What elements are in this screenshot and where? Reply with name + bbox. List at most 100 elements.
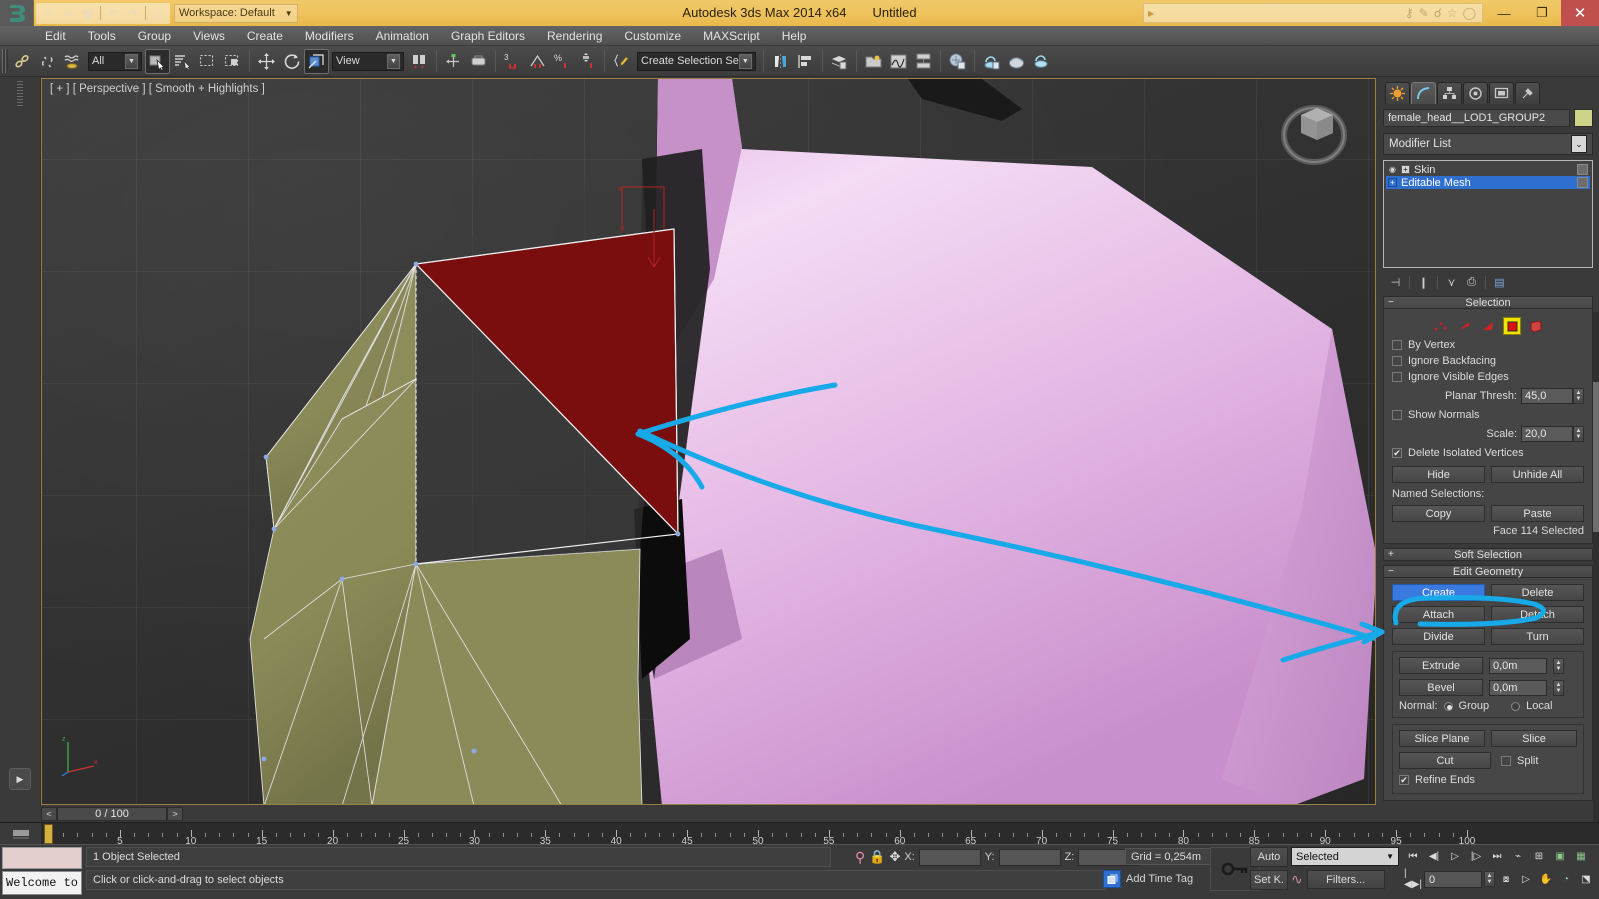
search-expand-icon[interactable]: ▶ bbox=[1148, 9, 1154, 18]
copy-button[interactable]: Copy bbox=[1392, 505, 1485, 522]
spinner-arrows-icon[interactable]: ▲ ▼ bbox=[1553, 679, 1564, 696]
communication-icon[interactable]: ☌ bbox=[1434, 6, 1442, 20]
motion-tab[interactable] bbox=[1463, 82, 1488, 104]
key-step-icon[interactable]: |◀▶| bbox=[1404, 868, 1422, 890]
menu-item-graph-editors[interactable]: Graph Editors bbox=[440, 26, 536, 46]
y-field[interactable] bbox=[998, 848, 1061, 866]
planar-threshold-spinner[interactable]: 45,0 ▲ ▼ bbox=[1521, 388, 1584, 404]
rectangular-selection-region-button[interactable] bbox=[195, 49, 220, 74]
stack-item-editable-mesh[interactable]: + Editable Mesh bbox=[1386, 176, 1590, 189]
select-and-scale-button[interactable] bbox=[304, 48, 329, 74]
bevel-amount-field[interactable]: 0,0m bbox=[1489, 679, 1547, 696]
redo-icon[interactable]: ↷ bbox=[123, 4, 143, 23]
menu-item-edit[interactable]: Edit bbox=[34, 26, 77, 46]
collapse-minus-icon[interactable]: − bbox=[1388, 566, 1394, 578]
add-time-tag-area[interactable]: Add Time Tag bbox=[1103, 870, 1193, 888]
info-center-search[interactable]: ▶ ⚷ ✎ ☌ ☆ ◯ bbox=[1143, 3, 1483, 23]
spinner-snap-toggle-button[interactable] bbox=[575, 49, 600, 74]
layer-manager-button[interactable] bbox=[827, 49, 852, 74]
track-bar-ruler[interactable]: 5 10 15 20 25 30 35 40 45 50 55 60 65 70 75 80 85 90 95 100 bbox=[41, 823, 1599, 847]
view-cube[interactable] bbox=[1271, 93, 1357, 169]
zoom-extents-all-icon[interactable]: ▣ bbox=[1551, 847, 1569, 865]
menu-item-customize[interactable]: Customize bbox=[613, 26, 692, 46]
spinner-arrows-icon[interactable]: ▲ ▼ bbox=[1573, 388, 1584, 404]
default-in-out-tangent-icon[interactable]: ∿ bbox=[1291, 871, 1303, 888]
time-slider-handle[interactable] bbox=[44, 824, 53, 844]
extrude-button[interactable]: Extrude bbox=[1399, 657, 1483, 674]
edit-named-selection-sets-button[interactable] bbox=[609, 49, 634, 74]
select-and-rotate-button[interactable] bbox=[279, 49, 304, 74]
edit-geometry-rollout-header[interactable]: − Edit Geometry bbox=[1383, 565, 1593, 578]
snaps-3d-button[interactable]: 3 bbox=[500, 49, 525, 74]
rendered-frame-window-button[interactable] bbox=[1004, 49, 1029, 74]
filters-button[interactable]: Filters... bbox=[1306, 870, 1385, 889]
chevron-down-icon[interactable]: ▼ bbox=[738, 53, 752, 69]
quick-access-toolbar[interactable]: ▭ ▱ ▤ ↶ ↷ ▢ bbox=[36, 2, 170, 24]
help-icon[interactable]: ⚷ bbox=[1405, 6, 1414, 20]
material-editor-button[interactable] bbox=[945, 49, 970, 74]
checkbox[interactable] bbox=[1392, 410, 1402, 420]
menu-item-modifiers[interactable]: Modifiers bbox=[294, 26, 365, 46]
go-to-start-icon[interactable]: ⏮ bbox=[1404, 847, 1422, 865]
selection-filter-dropdown[interactable]: All ▼ bbox=[88, 51, 142, 71]
hierarchy-tab[interactable] bbox=[1437, 82, 1462, 104]
current-frame-field[interactable]: 0 bbox=[1424, 870, 1482, 888]
extrude-amount-field[interactable]: 0,0m bbox=[1489, 657, 1547, 674]
new-file-icon[interactable]: ▭ bbox=[38, 4, 58, 23]
vertex-mode-icon[interactable] bbox=[1431, 317, 1449, 335]
expand-plus-icon[interactable]: + bbox=[1388, 178, 1397, 187]
absolute-relative-mode-icon[interactable]: ✥ bbox=[889, 849, 900, 865]
edge-mode-icon[interactable] bbox=[1455, 317, 1473, 335]
collapse-minus-icon[interactable]: − bbox=[1388, 297, 1394, 309]
utilities-tab[interactable] bbox=[1515, 82, 1540, 104]
time-tag-icon[interactable] bbox=[1103, 870, 1121, 888]
chevron-down-icon[interactable]: ▼ bbox=[125, 53, 138, 69]
schematic-view-button[interactable] bbox=[911, 49, 936, 74]
menu-item-animation[interactable]: Animation bbox=[365, 26, 440, 46]
show-normals-checkbox-row[interactable]: Show Normals bbox=[1392, 407, 1584, 423]
stack-checkbox[interactable] bbox=[1577, 177, 1588, 188]
select-by-name-button[interactable] bbox=[170, 49, 195, 74]
selection-rollout-header[interactable]: − Selection bbox=[1383, 296, 1593, 309]
polygon-mode-icon[interactable] bbox=[1503, 317, 1521, 335]
turn-button[interactable]: Turn bbox=[1491, 628, 1584, 645]
left-dock-expand-button[interactable]: ▶ bbox=[9, 768, 31, 790]
angle-snap-toggle-button[interactable] bbox=[525, 49, 550, 74]
divide-button[interactable]: Divide bbox=[1392, 628, 1485, 645]
slice-button[interactable]: Slice bbox=[1491, 730, 1577, 747]
select-and-link-icon[interactable] bbox=[10, 49, 35, 74]
unlink-selection-icon[interactable] bbox=[35, 49, 60, 74]
modify-tab[interactable] bbox=[1411, 82, 1436, 104]
element-mode-icon[interactable] bbox=[1527, 317, 1545, 335]
add-time-tag-label[interactable]: Add Time Tag bbox=[1126, 873, 1193, 885]
checkbox[interactable] bbox=[1392, 372, 1402, 382]
left-dock-grip[interactable] bbox=[17, 81, 23, 107]
named-selection-set-dropdown[interactable]: Create Selection Se ▼ bbox=[637, 51, 756, 71]
next-frame-icon[interactable]: |▷ bbox=[1467, 847, 1485, 865]
soft-selection-rollout-header[interactable]: + Soft Selection bbox=[1383, 548, 1593, 561]
menu-item-maxscript[interactable]: MAXScript bbox=[692, 26, 771, 46]
delete-isolated-vertices-checkbox-row[interactable]: ✔ Delete Isolated Vertices bbox=[1392, 445, 1584, 461]
subscription-icon[interactable]: ✎ bbox=[1419, 6, 1429, 20]
object-color-swatch[interactable] bbox=[1574, 109, 1593, 127]
maxscript-mini-listener[interactable] bbox=[2, 847, 82, 869]
menu-item-rendering[interactable]: Rendering bbox=[536, 26, 613, 46]
lightbulb-icon[interactable]: ◉ bbox=[1388, 165, 1397, 175]
detach-button[interactable]: Detach bbox=[1491, 606, 1584, 623]
create-tab[interactable] bbox=[1385, 82, 1410, 104]
menu-item-tools[interactable]: Tools bbox=[77, 26, 127, 46]
pan-view-icon[interactable]: ✋ bbox=[1537, 870, 1555, 888]
maximize-viewport-toggle-icon[interactable]: ⬔ bbox=[1577, 870, 1595, 888]
window-crossing-toggle-button[interactable] bbox=[220, 49, 245, 74]
use-pivot-point-center-button[interactable] bbox=[407, 49, 432, 74]
chevron-down-icon[interactable]: ▼ bbox=[1386, 848, 1398, 866]
field-of-view-icon[interactable]: ▷ bbox=[1517, 870, 1535, 888]
select-and-move-button[interactable] bbox=[254, 49, 279, 74]
project-folder-icon[interactable]: ▢ bbox=[148, 4, 168, 23]
close-button[interactable]: ✕ bbox=[1561, 0, 1599, 26]
next-frame-button[interactable]: > bbox=[167, 806, 183, 821]
set-key-button[interactable]: Set K. bbox=[1250, 870, 1288, 890]
track-bar[interactable]: 5 10 15 20 25 30 35 40 45 50 55 60 65 70 75 80 85 90 95 100 bbox=[0, 822, 1599, 847]
isolate-selection-icon[interactable]: ⚲ bbox=[855, 849, 865, 866]
stack-checkbox[interactable] bbox=[1577, 164, 1588, 175]
